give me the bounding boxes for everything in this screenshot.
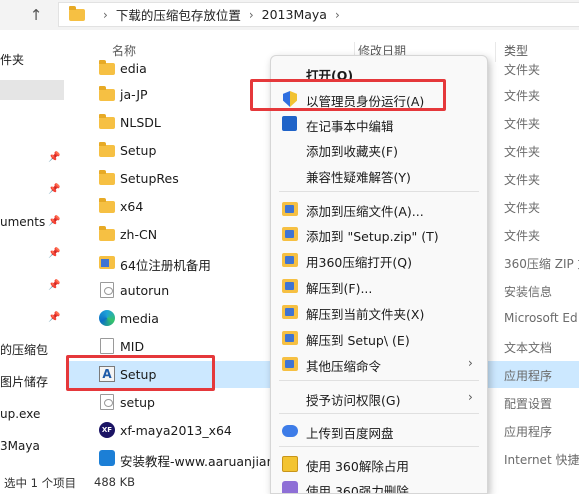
folder-icon — [99, 114, 115, 129]
folder-icon — [99, 198, 115, 213]
nav-item[interactable]: 的压缩包 — [0, 340, 64, 360]
menu-item-compat-troubleshoot[interactable]: 兼容性疑难解答(Y) — [271, 163, 487, 187]
address-bar[interactable]: › 下载的压缩包存放位置 › 2013Maya › — [58, 2, 579, 27]
folder-icon — [99, 60, 115, 75]
menu-item-upload-baidu[interactable]: 上传到百度网盘 — [271, 419, 487, 443]
nav-item[interactable]: 📌 — [0, 148, 64, 168]
nav-item[interactable] — [0, 80, 64, 100]
folder-icon — [99, 170, 115, 185]
up-arrow-button[interactable]: ↑ — [26, 5, 46, 25]
pin-icon: 📌 — [48, 216, 61, 227]
breadcrumb-item[interactable]: 下载的压缩包存放位置 — [116, 5, 241, 24]
360-delete-icon — [282, 481, 298, 493]
nav-item[interactable]: 📌 — [0, 276, 64, 296]
menu-item-extract-to[interactable]: 解压到(F)... — [271, 274, 487, 298]
text-document-icon — [100, 338, 114, 354]
chevron-right-icon: › — [103, 7, 108, 22]
360zip-icon — [282, 227, 298, 241]
settings-file-icon — [100, 282, 114, 298]
context-menu: 打开(O) 以管理员身份运行(A) 在记事本中编辑 添加到收藏夹(F) 兼容性疑… — [270, 55, 488, 494]
chevron-right-icon: › — [468, 356, 473, 370]
360zip-icon — [282, 357, 298, 371]
pin-icon: 📌 — [48, 184, 61, 195]
nav-item[interactable]: 📌 — [0, 244, 64, 264]
address-bar-row: ↑ › 下载的压缩包存放位置 › 2013Maya › — [0, 0, 579, 30]
nav-item[interactable]: up.exe — [0, 404, 64, 424]
folder-icon — [99, 226, 115, 241]
pin-icon: 📌 — [48, 152, 61, 163]
menu-separator — [279, 191, 479, 192]
folder-icon — [69, 5, 85, 21]
360zip-icon — [282, 305, 298, 319]
menu-item-add-to-setup-zip[interactable]: 添加到 "Setup.zip" (T) — [271, 222, 487, 246]
360zip-icon — [282, 279, 298, 293]
menu-item-edit-notepad[interactable]: 在记事本中编辑 — [271, 112, 487, 136]
edge-browser-icon — [99, 310, 115, 326]
chevron-right-icon: › — [468, 390, 473, 404]
chevron-right-icon: › — [248, 7, 254, 22]
menu-separator — [279, 446, 479, 447]
internet-shortcut-icon — [99, 450, 115, 466]
navigation-pane: 件夹 📌 📌 uments 📌 📌 📌 📌 的压缩包 图片储存 up.exe 3M… — [0, 30, 64, 470]
breadcrumb-item[interactable]: 2013Maya — [262, 7, 327, 22]
folder-icon — [99, 142, 115, 157]
menu-item-360-force-delete[interactable]: 使用 360强力删除 — [271, 477, 487, 493]
menu-separator — [279, 380, 479, 381]
360-unlock-icon — [282, 456, 298, 472]
chevron-right-icon: › — [334, 7, 340, 22]
menu-item-more-compress[interactable]: 其他压缩命令 › — [271, 352, 487, 376]
360zip-icon — [282, 331, 298, 345]
xf-keygen-icon: XF — [99, 422, 115, 438]
menu-item-add-favorites[interactable]: 添加到收藏夹(F) — [271, 137, 487, 161]
nav-item[interactable]: 图片储存 — [0, 372, 64, 392]
folder-icon — [99, 86, 115, 101]
menu-item-give-access[interactable]: 授予访问权限(G) › — [271, 386, 487, 410]
menu-item-360-unlock[interactable]: 使用 360解除占用 — [271, 452, 487, 476]
pin-icon: 📌 — [48, 312, 61, 323]
menu-item-open-with-360zip[interactable]: 用360压缩打开(Q) — [271, 248, 487, 272]
up-arrow-icon: ↑ — [29, 6, 43, 24]
selection-count: 选中 1 个项目 — [4, 476, 77, 490]
nav-item[interactable]: 件夹 — [0, 50, 64, 70]
nav-item[interactable]: 📌 — [0, 180, 64, 200]
zip-archive-icon — [99, 256, 115, 269]
notepad-icon — [282, 116, 297, 131]
menu-item-add-to-archive[interactable]: 添加到压缩文件(A)... — [271, 197, 487, 221]
nav-item-documents[interactable]: uments 📌 — [0, 212, 64, 232]
menu-separator — [279, 413, 479, 414]
settings-file-icon — [100, 394, 114, 410]
nav-item[interactable]: 📌 — [0, 308, 64, 328]
highlight-setup-file — [66, 355, 215, 391]
menu-item-extract-here[interactable]: 解压到当前文件夹(X) — [271, 300, 487, 324]
baidu-cloud-icon — [282, 425, 298, 437]
360zip-icon — [282, 253, 298, 267]
pin-icon: 📌 — [48, 280, 61, 291]
highlight-run-as-admin — [250, 79, 446, 111]
selection-size: 488 KB — [94, 475, 136, 489]
nav-item[interactable]: 3Maya — [0, 436, 64, 456]
360zip-icon — [282, 202, 298, 216]
pin-icon: 📌 — [48, 248, 61, 259]
menu-item-extract-to-setup[interactable]: 解压到 Setup\ (E) — [271, 326, 487, 350]
